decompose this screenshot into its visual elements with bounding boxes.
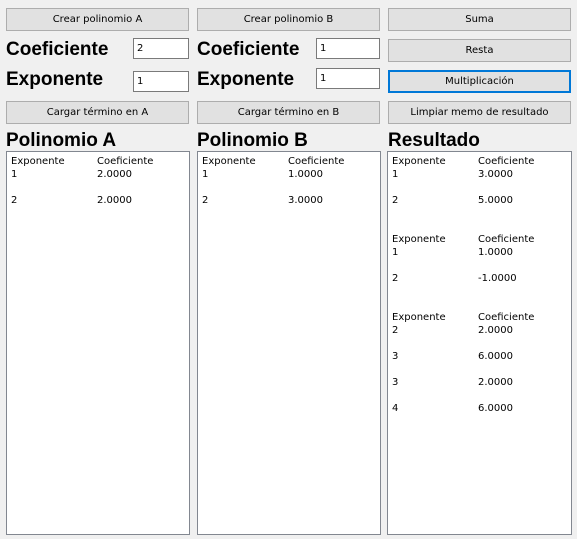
memo-exponente-cell: Exponente [392, 156, 446, 167]
polinomio-b-title: Polinomio B [197, 130, 308, 151]
memo-exponente-cell: Exponente [202, 156, 256, 167]
resta-button[interactable]: Resta [388, 39, 571, 62]
memo-coeficiente-cell: 5.0000 [478, 195, 513, 206]
polinomio-a-memo[interactable]: Exponente Coeficiente 1 2.0000 2 2.0000 [6, 151, 190, 535]
coeficiente-a-label: Coeficiente [6, 39, 109, 60]
memo-coeficiente-cell: 6.0000 [478, 403, 513, 414]
memo-coeficiente-cell: 6.0000 [478, 351, 513, 362]
memo-exponente-cell: 2 [392, 273, 399, 284]
memo-exponente-cell: Exponente [11, 156, 65, 167]
memo-coeficiente-cell: Coeficiente [97, 156, 154, 167]
polinomio-b-memo[interactable]: Exponente Coeficiente 1 1.0000 2 3.0000 [197, 151, 381, 535]
memo-exponente-cell: 4 [392, 403, 399, 414]
limpiar-memo-button[interactable]: Limpiar memo de resultado [388, 101, 571, 124]
exponente-a-label: Exponente [6, 69, 104, 90]
multiplicacion-button[interactable]: Multiplicación [388, 70, 571, 93]
cargar-termino-b-button[interactable]: Cargar término en B [197, 101, 380, 124]
resultado-memo[interactable]: Exponente Coeficiente 1 3.0000 2 5.0000 Expone… [387, 151, 572, 535]
memo-exponente-cell: 2 [392, 195, 399, 206]
memo-exponente-cell: 1 [392, 247, 399, 258]
memo-exponente-cell: 1 [392, 169, 399, 180]
memo-coeficiente-cell: -1.0000 [478, 273, 517, 284]
memo-coeficiente-cell: 1.0000 [478, 247, 513, 258]
memo-coeficiente-cell: Coeficiente [478, 312, 535, 323]
suma-button[interactable]: Suma [388, 8, 571, 31]
memo-exponente-cell: 3 [392, 351, 399, 362]
coeficiente-b-label: Coeficiente [197, 39, 300, 60]
exponente-b-input[interactable] [316, 68, 380, 89]
memo-exponente-cell: 2 [202, 195, 209, 206]
coeficiente-a-input[interactable] [133, 38, 189, 59]
memo-coeficiente-cell: 2.0000 [478, 377, 513, 388]
memo-coeficiente-cell: 3.0000 [478, 169, 513, 180]
memo-coeficiente-cell: 2.0000 [478, 325, 513, 336]
crear-polinomio-b-button[interactable]: Crear polinomio B [197, 8, 380, 31]
memo-coeficiente-cell: 2.0000 [97, 195, 132, 206]
resultado-title: Resultado [388, 130, 480, 151]
memo-coeficiente-cell: Coeficiente [478, 234, 535, 245]
memo-exponente-cell: 2 [392, 325, 399, 336]
exponente-a-input[interactable] [133, 71, 189, 92]
memo-exponente-cell: 2 [11, 195, 18, 206]
memo-coeficiente-cell: 3.0000 [288, 195, 323, 206]
memo-exponente-cell: 1 [202, 169, 209, 180]
crear-polinomio-a-button[interactable]: Crear polinomio A [6, 8, 189, 31]
polinomio-a-title: Polinomio A [6, 130, 117, 151]
coeficiente-b-input[interactable] [316, 38, 380, 59]
memo-coeficiente-cell: 1.0000 [288, 169, 323, 180]
memo-exponente-cell: 3 [392, 377, 399, 388]
exponente-b-label: Exponente [197, 69, 295, 90]
memo-coeficiente-cell: Coeficiente [288, 156, 345, 167]
memo-coeficiente-cell: Coeficiente [478, 156, 535, 167]
memo-exponente-cell: Exponente [392, 234, 446, 245]
memo-exponente-cell: 1 [11, 169, 18, 180]
cargar-termino-a-button[interactable]: Cargar término en A [6, 101, 189, 124]
memo-coeficiente-cell: 2.0000 [97, 169, 132, 180]
memo-exponente-cell: Exponente [392, 312, 446, 323]
